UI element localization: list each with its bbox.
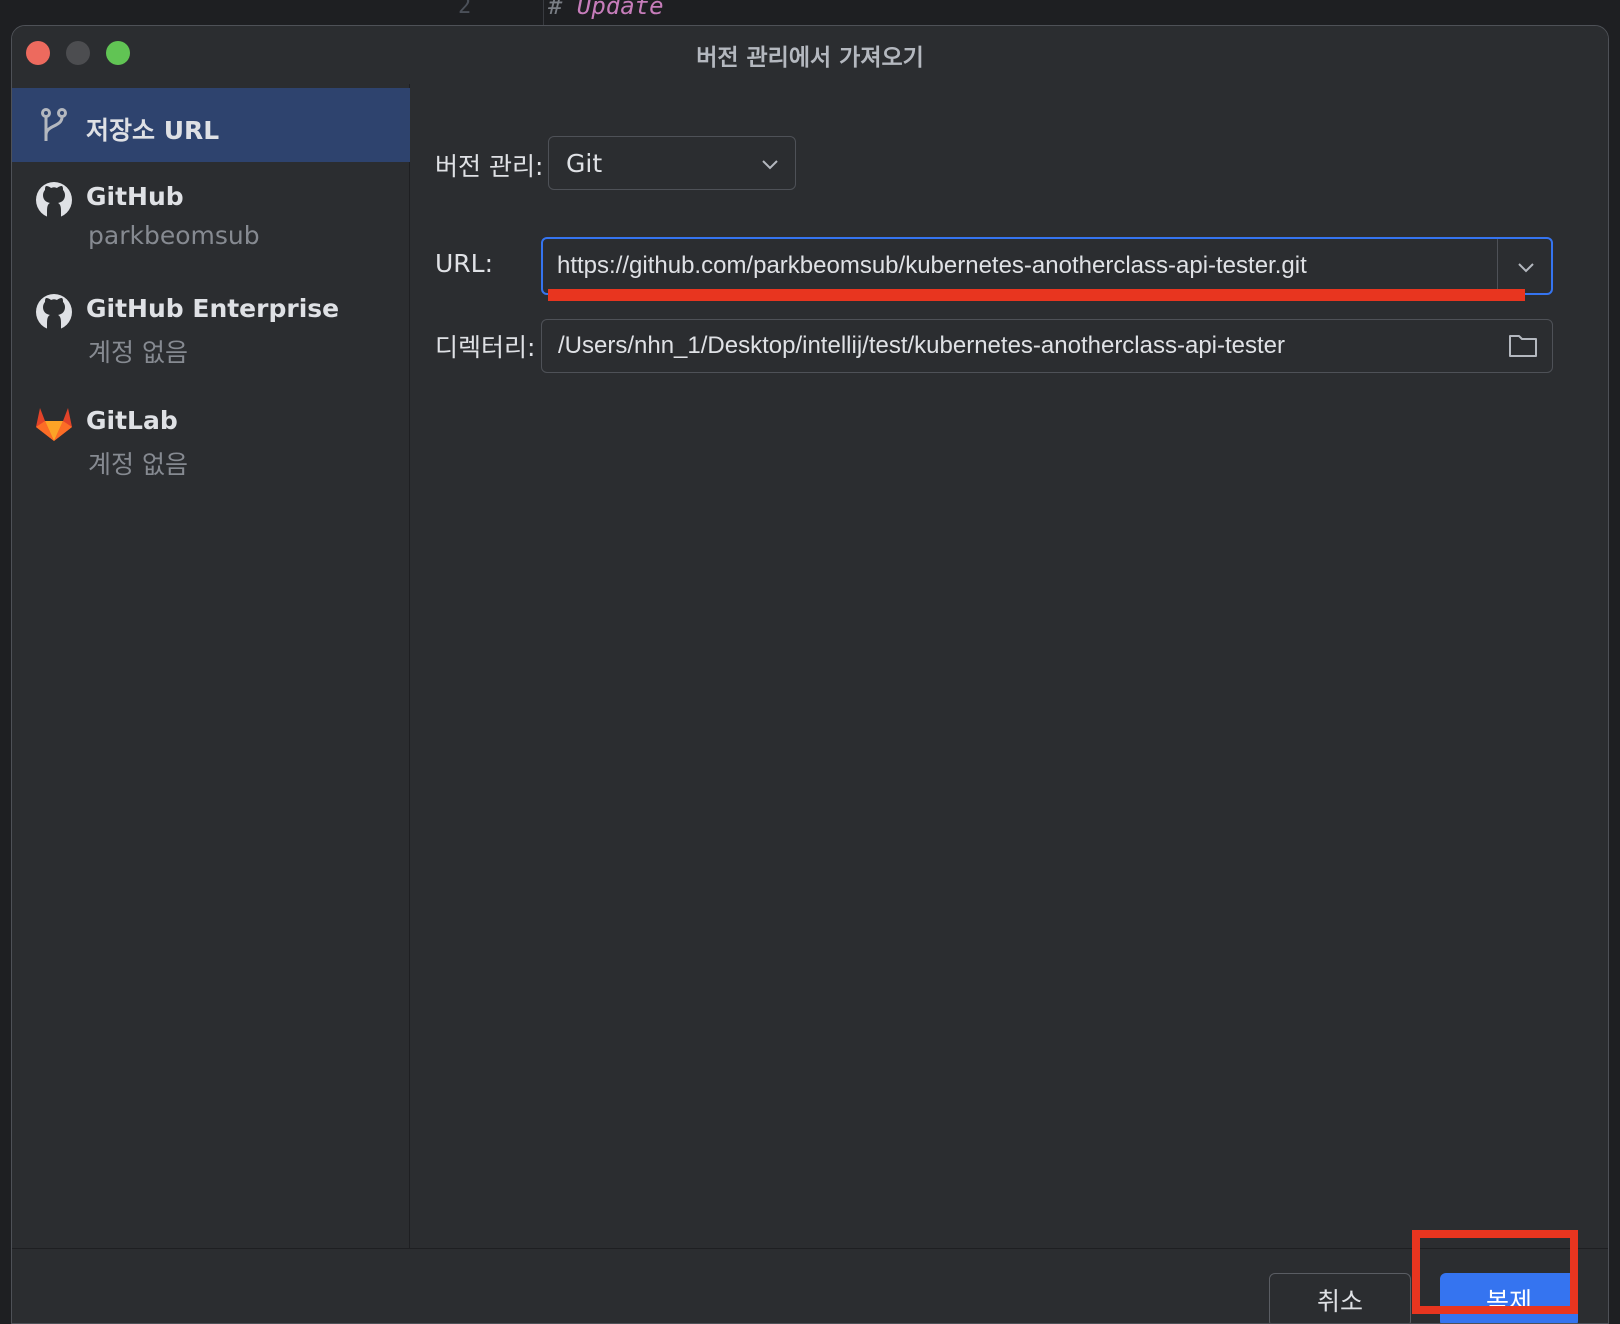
sidebar-item-github-enterprise[interactable]: GitHub Enterprise 계정 없음: [12, 290, 410, 390]
directory-field[interactable]: [541, 319, 1553, 373]
sidebar-item-gitlab[interactable]: GitLab 계정 없음: [12, 402, 410, 502]
url-input[interactable]: [557, 239, 1487, 293]
vcs-select[interactable]: Git: [548, 136, 796, 190]
get-from-vcs-dialog: 버전 관리에서 가져오기 저장소 URL GitHub parkbeomsub: [11, 25, 1609, 1324]
sidebar-item-repository-url[interactable]: 저장소 URL: [12, 88, 410, 162]
url-divider: [1497, 239, 1498, 293]
url-combobox[interactable]: [541, 237, 1553, 295]
vcs-label: 버전 관리:: [435, 152, 544, 181]
sidebar-item-github[interactable]: GitHub parkbeomsub: [12, 178, 410, 278]
github-icon: [36, 294, 72, 330]
github-icon: [36, 182, 72, 218]
editor-comment-hash: #: [548, 0, 563, 20]
directory-input[interactable]: [558, 320, 1498, 372]
repository-url-panel: 버전 관리: Git URL: 디렉터리:: [411, 84, 1608, 1248]
title-bar: 버전 관리에서 가져오기: [12, 26, 1608, 84]
sidebar-item-account: 계정 없음: [88, 338, 188, 367]
sidebar-item-account: 계정 없음: [88, 450, 188, 479]
chevron-down-icon[interactable]: [1515, 256, 1537, 278]
editor-line-number: 2: [458, 0, 472, 19]
sidebar-item-label: 저장소 URL: [86, 116, 220, 145]
vcs-select-value: Git: [566, 149, 603, 178]
editor-code-line: # Update: [548, 0, 664, 20]
folder-icon[interactable]: [1508, 332, 1538, 358]
dialog-title: 버전 관리에서 가져오기: [696, 45, 924, 71]
sidebar-item-account: parkbeomsub: [88, 221, 260, 250]
url-label: URL:: [435, 249, 494, 278]
gitlab-icon: [36, 408, 72, 441]
cancel-button[interactable]: 취소: [1269, 1273, 1411, 1323]
sidebar-item-label: GitHub: [86, 182, 184, 211]
clone-button-highlight: [1412, 1230, 1578, 1314]
chevron-down-icon: [762, 160, 778, 170]
vcs-source-sidebar: 저장소 URL GitHub parkbeomsub GitHub Enterp…: [12, 84, 410, 1248]
sidebar-item-label: GitLab: [86, 406, 178, 435]
editor-gutter: [414, 0, 544, 26]
sidebar-item-label: GitHub Enterprise: [86, 294, 340, 323]
editor-comment-text: Update: [576, 0, 664, 20]
vcs-branch-icon: [41, 108, 67, 141]
dialog-footer: 취소 복제: [12, 1248, 1608, 1323]
directory-label: 디렉터리:: [435, 333, 536, 362]
url-highlight-underline: [548, 289, 1525, 301]
